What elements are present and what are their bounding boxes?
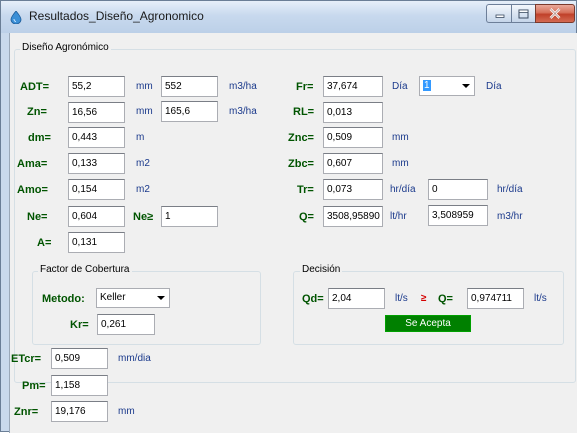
amo-label: Amo= — [17, 184, 48, 196]
zbc-unit: mm — [392, 158, 409, 169]
amo-field[interactable]: 0,154 — [68, 179, 125, 200]
qd-q-label: Q= — [438, 293, 453, 305]
qd-q-unit: lt/s — [534, 293, 547, 304]
zn-mm-unit: mm — [136, 106, 153, 117]
ne-min-field[interactable]: 1 — [161, 206, 218, 227]
ama-unit: m2 — [136, 158, 150, 169]
dm-label: dm= — [28, 132, 51, 144]
metodo-dropdown[interactable]: Keller — [96, 288, 170, 308]
compare-sign: ≥ — [421, 293, 427, 304]
group-title: Diseño Agronómico — [20, 42, 111, 53]
close-icon — [549, 8, 561, 19]
app-drop-icon — [10, 11, 22, 24]
chevron-down-icon[interactable] — [462, 84, 470, 88]
adt-label: ADT= — [20, 81, 50, 93]
dm-field[interactable]: 0,443 — [68, 127, 125, 148]
maximize-button[interactable] — [511, 4, 536, 23]
zbc-label: Zbc= — [288, 158, 314, 170]
a-label: A= — [37, 237, 52, 249]
zn-m3ha-field[interactable]: 165,6 — [161, 101, 218, 122]
client-area: Diseño Agronómico ADT= 55,2 mm 552 m3/ha… — [9, 33, 577, 433]
adt-mm-unit: mm — [136, 81, 153, 92]
window-title: Resultados_Diseño_Agronomico — [29, 9, 204, 23]
zn-mm-field[interactable]: 16,56 — [68, 102, 125, 123]
q-lthr-unit: lt/hr — [390, 211, 407, 222]
znc-label: Znc= — [288, 132, 314, 144]
decision-status-button[interactable]: Se Acepta — [385, 315, 471, 332]
etcr-unit: mm/dia — [118, 353, 151, 364]
znr-unit: mm — [118, 406, 135, 417]
ne-label: Ne= — [27, 211, 48, 223]
qd-unit: lt/s — [395, 293, 408, 304]
amo-unit: m2 — [136, 184, 150, 195]
zn-m3ha-unit: m3/ha — [229, 106, 257, 117]
ne-min-label: Ne≥ — [133, 211, 154, 223]
znr-field[interactable]: 19,176 — [51, 401, 108, 422]
maximize-icon — [518, 9, 529, 18]
tr-field-2[interactable]: 0 — [428, 179, 488, 200]
zn-label: Zn= — [27, 106, 47, 118]
fr-unit-2: Día — [486, 81, 502, 92]
ne-field[interactable]: 0,604 — [68, 206, 125, 227]
dm-unit: m — [136, 132, 145, 143]
a-field[interactable]: 0,131 — [68, 232, 125, 253]
znr-label: Znr= — [14, 406, 39, 418]
tr-unit-2: hr/día — [497, 184, 523, 195]
kr-field[interactable]: 0,261 — [97, 314, 155, 335]
znc-unit: mm — [392, 132, 409, 143]
qd-field[interactable]: 2,04 — [328, 288, 385, 309]
adt-mm-field[interactable]: 55,2 — [68, 76, 125, 97]
fr-field[interactable]: 37,674 — [323, 76, 383, 97]
results-window: Resultados_Diseño_Agronomico Diseño Agro… — [0, 0, 577, 433]
adt-m3ha-unit: m3/ha — [229, 81, 257, 92]
minimize-button[interactable] — [486, 4, 512, 23]
q-m3hr-unit: m3/hr — [497, 211, 523, 222]
minimize-icon — [495, 14, 504, 18]
fr-unit: Día — [392, 81, 408, 92]
adt-m3ha-field[interactable]: 552 — [161, 76, 218, 97]
rl-field[interactable]: 0,013 — [323, 102, 383, 123]
q-lthr-field[interactable]: 3508,95890 — [323, 206, 383, 227]
etcr-label: ETcr= — [11, 353, 42, 365]
q-m3hr-field[interactable]: 3,508959 — [428, 205, 488, 226]
tr-label: Tr= — [297, 184, 314, 196]
metodo-label: Metodo: — [42, 293, 85, 305]
etcr-field[interactable]: 0,509 — [51, 348, 108, 369]
chevron-down-icon[interactable] — [157, 296, 165, 300]
q-label: Q= — [299, 211, 314, 223]
pm-label: Pm= — [22, 380, 46, 392]
qd-label: Qd= — [302, 293, 324, 305]
qd-q-field[interactable]: 0,974711 — [467, 288, 524, 309]
factor-cobertura-title: Factor de Cobertura — [38, 264, 132, 275]
frecuencia-dropdown-value: 1 — [423, 80, 431, 91]
ama-field[interactable]: 0,133 — [68, 153, 125, 174]
ama-label: Ama= — [17, 158, 48, 170]
tr-unit: hr/día — [390, 184, 416, 195]
tr-field[interactable]: 0,073 — [323, 179, 383, 200]
close-button[interactable] — [535, 4, 575, 23]
metodo-dropdown-value: Keller — [100, 292, 126, 303]
znc-field[interactable]: 0,509 — [323, 127, 383, 148]
title-bar[interactable]: Resultados_Diseño_Agronomico — [1, 1, 576, 33]
kr-label: Kr= — [70, 319, 89, 331]
zbc-field[interactable]: 0,607 — [323, 153, 383, 174]
pm-field[interactable]: 1,158 — [51, 375, 108, 396]
rl-label: RL= — [293, 106, 315, 118]
fr-label: Fr= — [296, 81, 314, 93]
frecuencia-dropdown[interactable]: 1 — [419, 76, 475, 96]
decision-title: Decisión — [300, 264, 343, 275]
